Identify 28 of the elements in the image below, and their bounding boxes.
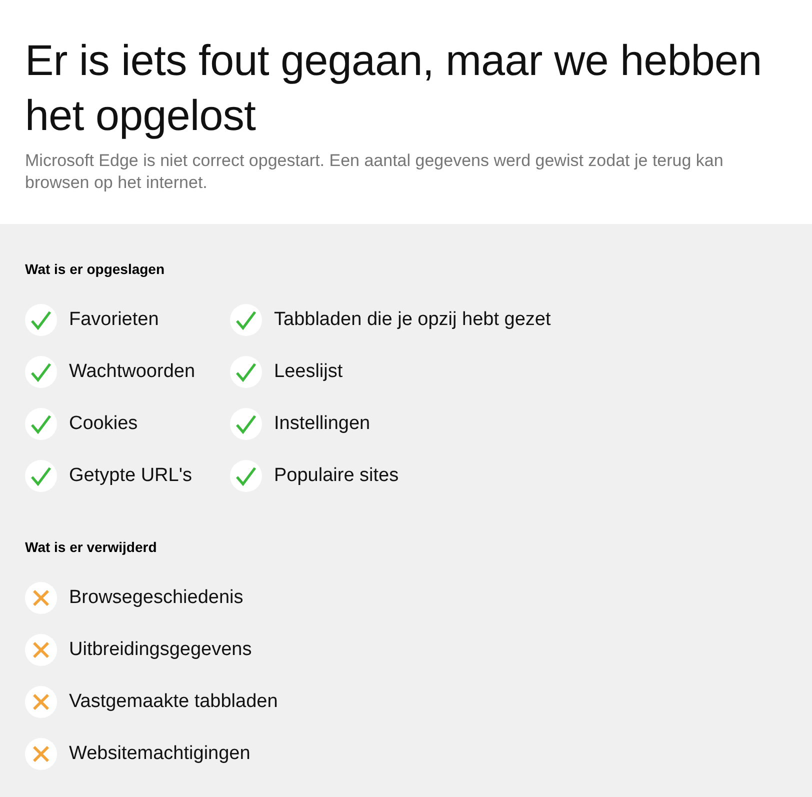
check-icon xyxy=(25,408,57,440)
cross-icon xyxy=(25,738,57,770)
item-label: Leeslijst xyxy=(274,361,343,383)
cross-icon xyxy=(25,634,57,666)
section-heading: Wat is er verwijderd xyxy=(25,538,158,557)
item-label: Websitemachtigingen xyxy=(69,743,250,765)
item-label: Vastgemaakte tabbladen xyxy=(69,691,278,713)
check-icon xyxy=(230,304,262,336)
check-icon xyxy=(230,356,262,388)
check-icon xyxy=(25,304,57,336)
cross-icon xyxy=(25,582,57,614)
item-label: Uitbreidingsgegevens xyxy=(69,639,252,661)
item-label: Cookies xyxy=(69,413,138,435)
check-icon xyxy=(230,408,262,440)
page-description: Microsoft Edge is niet correct opgestart. Een aantal gegevens werd gewist zodat je terug kan browsen op het internet. xyxy=(25,150,724,194)
page-title: Er is iets fout gegaan, maar we hebben het opgelost xyxy=(25,36,763,142)
check-icon xyxy=(25,460,57,492)
item-label: Favorieten xyxy=(69,309,159,331)
item-label: Browsegeschiedenis xyxy=(69,587,244,609)
cross-icon xyxy=(25,686,57,718)
item-label: Instellingen xyxy=(274,413,370,435)
check-icon xyxy=(230,460,262,492)
item-label: Getypte URL's xyxy=(69,465,192,487)
item-label: Populaire sites xyxy=(274,465,399,487)
item-label: Tabbladen die je opzij hebt gezet xyxy=(274,309,551,331)
section-heading: Wat is er opgeslagen xyxy=(25,260,166,279)
check-icon xyxy=(25,356,57,388)
item-label: Wachtwoorden xyxy=(69,361,196,383)
